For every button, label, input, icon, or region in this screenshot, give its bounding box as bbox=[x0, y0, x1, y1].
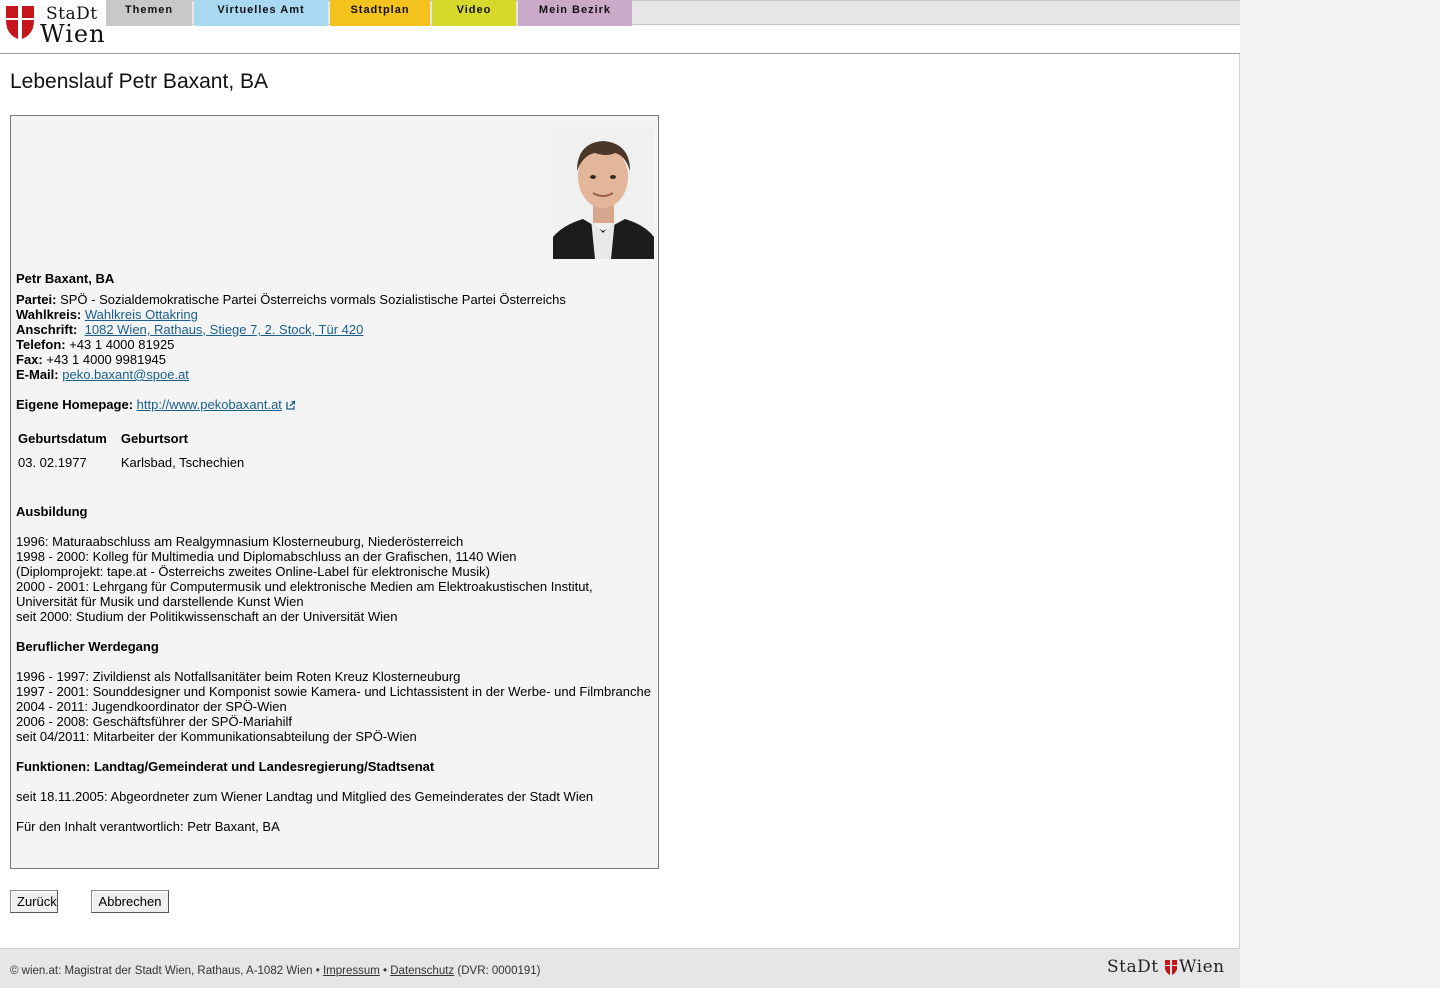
funktionen-line: seit 18.11.2005: Abgeordneter zum Wiener… bbox=[16, 789, 594, 804]
list-item: 1998 - 2000: Kolleg für Multimedia und D… bbox=[16, 549, 517, 564]
ausbildung-heading: Ausbildung bbox=[16, 504, 88, 519]
wien-shield-icon bbox=[1165, 960, 1177, 975]
footer-text: © wien.at: Magistrat der Stadt Wien, Rat… bbox=[10, 965, 541, 977]
footer: © wien.at: Magistrat der Stadt Wien, Rat… bbox=[0, 948, 1240, 988]
list-item: seit 2000: Studium der Politikwissenscha… bbox=[16, 609, 398, 624]
page-title: Lebenslauf Petr Baxant, BA bbox=[10, 70, 268, 93]
list-item: 1996: Maturaabschluss am Realgymnasium K… bbox=[16, 534, 464, 549]
partei-label: Partei: bbox=[16, 292, 57, 307]
footer-separator: • bbox=[383, 965, 388, 977]
werdegang-list: 1996 - 1997: Zivildienst als Notfallsani… bbox=[16, 669, 651, 744]
list-item: 2004 - 2011: Jugendkoordinator der SPÖ-W… bbox=[16, 699, 287, 714]
profile-card: Petr Baxant, BA Partei: SPÖ - Sozialdemo… bbox=[10, 115, 659, 869]
footer-logo-stadt: StaDt bbox=[1107, 957, 1159, 977]
footer-stadt-wien-logo[interactable]: StaDt Wien bbox=[1107, 957, 1231, 979]
external-link-icon bbox=[286, 400, 296, 410]
datenschutz-link[interactable]: Datenschutz bbox=[390, 965, 454, 977]
ausbildung-list: 1996: Maturaabschluss am Realgymnasium K… bbox=[16, 534, 593, 624]
homepage-label: Eigene Homepage: bbox=[16, 397, 134, 412]
list-item: 1996 - 1997: Zivildienst als Notfallsani… bbox=[16, 669, 461, 684]
cell-geburtsdatum: 03. 02.1977 bbox=[18, 455, 87, 470]
content-responsible: Für den Inhalt verantwortlich: Petr Baxa… bbox=[16, 819, 280, 834]
email-label: E-Mail: bbox=[16, 367, 59, 382]
fax-value: +43 1 4000 9981945 bbox=[46, 352, 167, 367]
homepage-row: Eigene Homepage: http://www.pekobaxant.a… bbox=[16, 397, 296, 412]
anschrift-link[interactable]: 1082 Wien, Rathaus, Stiege 7, 2. Stock, … bbox=[85, 322, 364, 337]
homepage-link[interactable]: http://www.pekobaxant.at bbox=[137, 397, 282, 412]
footer-dvr: (DVR: 0000191) bbox=[457, 965, 541, 977]
tab-video[interactable]: Video bbox=[432, 0, 516, 26]
birth-table: Geburtsdatum Geburtsort 03. 02.1977 Karl… bbox=[16, 429, 256, 477]
table-row: 03. 02.1977 Karlsbad, Tschechien bbox=[16, 453, 256, 477]
telefon-label: Telefon: bbox=[16, 337, 66, 352]
wahlkreis-link[interactable]: Wahlkreis Ottakring bbox=[85, 307, 198, 322]
partei-value: SPÖ - Sozialdemokratische Partei Österre… bbox=[60, 292, 566, 307]
tab-virtuelles-amt[interactable]: Virtuelles Amt bbox=[194, 0, 328, 26]
fax-label: Fax: bbox=[16, 352, 43, 367]
list-item: 1997 - 2001: Sounddesigner und Komponist… bbox=[16, 684, 651, 699]
header-geburtsort: Geburtsort bbox=[120, 431, 189, 446]
cell-geburtsort: Karlsbad, Tschechien bbox=[120, 455, 245, 470]
tab-stadtplan[interactable]: Stadtplan bbox=[330, 0, 430, 26]
list-item: Universität für Musik und darstellende K… bbox=[16, 594, 304, 609]
list-item: (Diplomprojekt: tape.at - Österreichs zw… bbox=[16, 564, 490, 579]
list-item: 2000 - 2001: Lehrgang für Computermusik … bbox=[16, 579, 593, 594]
footer-copyright: © wien.at: Magistrat der Stadt Wien, Rat… bbox=[10, 965, 320, 977]
impressum-link[interactable]: Impressum bbox=[323, 965, 380, 977]
contact-block: Partei: SPÖ - Sozialdemokratische Partei… bbox=[16, 292, 566, 382]
funktionen-heading: Funktionen: Landtag/Gemeinderat und Land… bbox=[16, 759, 435, 774]
logo-text-wien: Wien bbox=[40, 20, 106, 48]
werdegang-heading: Beruflicher Werdegang bbox=[16, 639, 159, 654]
footer-logo-wien: Wien bbox=[1179, 957, 1225, 977]
profile-name: Petr Baxant, BA bbox=[16, 271, 115, 286]
table-header-row: Geburtsdatum Geburtsort bbox=[16, 429, 256, 453]
list-item: 2006 - 2008: Geschäftsführer der SPÖ-Mar… bbox=[16, 714, 293, 729]
portrait-photo bbox=[553, 129, 654, 259]
wahlkreis-label: Wahlkreis: bbox=[16, 307, 82, 322]
back-button[interactable]: Zurück bbox=[10, 890, 58, 913]
header: StaDt Wien Themen Virtuelles Amt Stadtpl… bbox=[0, 0, 1240, 54]
cancel-button[interactable]: Abbrechen bbox=[91, 890, 169, 913]
tab-mein-bezirk[interactable]: Mein Bezirk bbox=[518, 0, 632, 26]
tab-themen[interactable]: Themen bbox=[106, 0, 192, 26]
stadt-wien-logo[interactable]: StaDt Wien bbox=[6, 4, 106, 48]
list-item: seit 04/2011: Mitarbeiter der Kommunikat… bbox=[16, 729, 417, 744]
telefon-value: +43 1 4000 81925 bbox=[69, 337, 175, 352]
email-link[interactable]: peko.baxant@spoe.at bbox=[62, 367, 189, 382]
wien-shield-icon bbox=[6, 6, 34, 39]
page: StaDt Wien Themen Virtuelles Amt Stadtpl… bbox=[0, 0, 1240, 988]
anschrift-label: Anschrift: bbox=[16, 322, 78, 337]
header-geburtsdatum: Geburtsdatum bbox=[18, 431, 107, 446]
